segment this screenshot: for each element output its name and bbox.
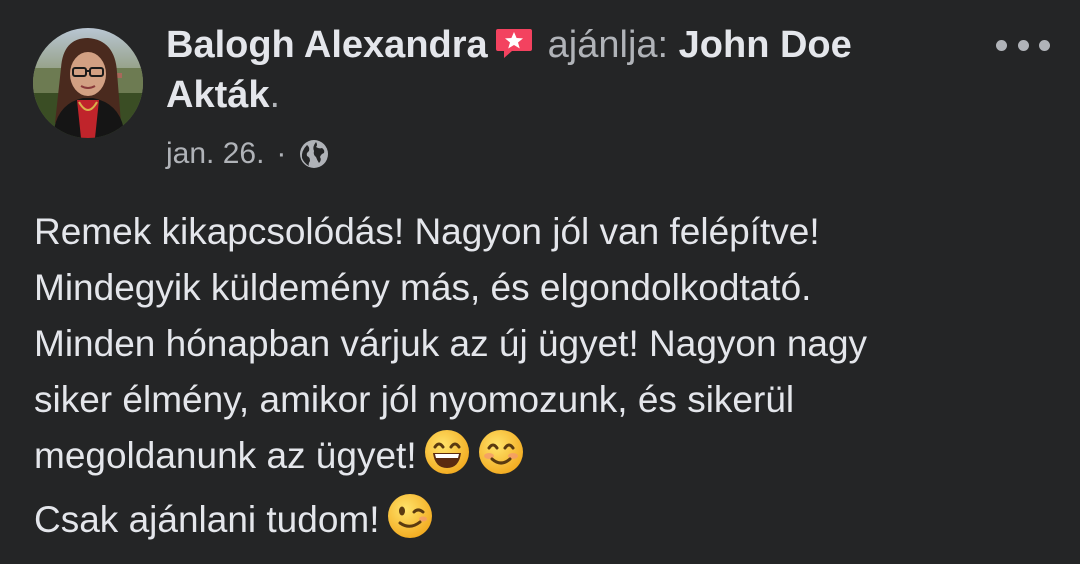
recommends-label: ajánlja:	[547, 24, 669, 66]
post-text-line: Mindegyik küldemény más, és elgondolkodt…	[34, 267, 812, 308]
more-options-icon[interactable]	[996, 30, 1050, 60]
recommend-badge-icon	[494, 25, 534, 72]
post-text: Csak ajánlani tudom!	[34, 499, 380, 540]
post-meta: jan. 26. ·	[166, 136, 330, 172]
avatar-photo	[33, 28, 143, 138]
grinning-face-emoji	[423, 428, 471, 492]
post-header: Balogh Alexandra ajánlja: John Doe Akták.	[166, 22, 946, 118]
post-body: Remek kikapcsolódás! Nagyon jól van felé…	[34, 204, 1054, 556]
winking-face-emoji	[386, 492, 434, 556]
smiling-face-emoji	[477, 428, 525, 492]
post-text-line: Minden hónapban várjuk az új ügyet! Nagy…	[34, 323, 868, 364]
more-dot	[996, 39, 1007, 51]
more-dot	[1039, 39, 1050, 51]
globe-icon[interactable]	[298, 138, 330, 170]
more-dot	[1017, 39, 1029, 51]
meta-separator: ·	[276, 137, 287, 170]
author-avatar[interactable]	[33, 28, 143, 138]
post-text-line: siker élmény, amikor jól nyomozunk, és s…	[34, 379, 795, 420]
post-date[interactable]: jan. 26.	[166, 136, 264, 172]
header-period: .	[269, 74, 281, 116]
author-name[interactable]: Balogh Alexandra	[166, 24, 488, 66]
post-text-line-with-emoji: Csak ajánlani tudom!	[34, 492, 1054, 556]
post-text-line-with-emoji: megoldanunk az ügyet!	[34, 428, 1054, 492]
post-text-line: Remek kikapcsolódás! Nagyon jól van felé…	[34, 211, 820, 252]
post-text: megoldanunk az ügyet!	[34, 435, 417, 476]
